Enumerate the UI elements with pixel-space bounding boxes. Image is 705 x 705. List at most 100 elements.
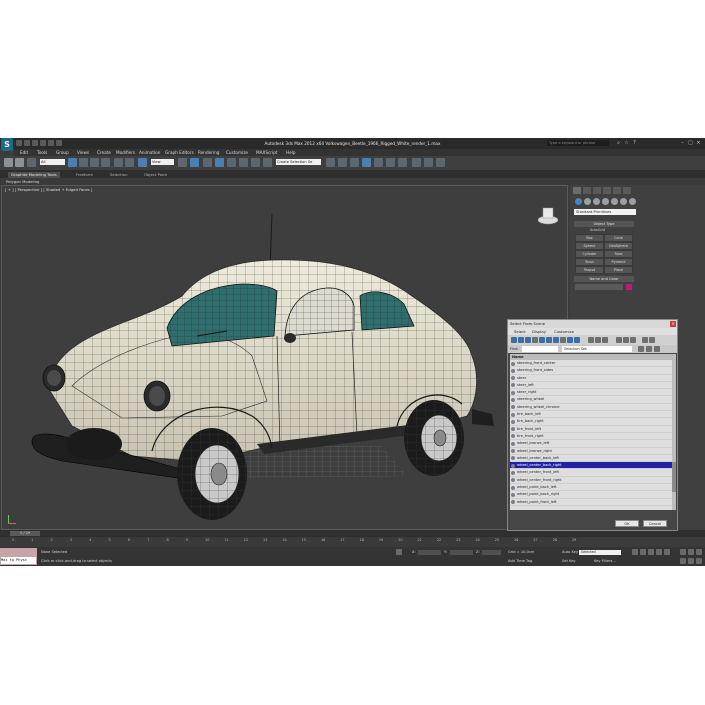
torus-button[interactable]: Torus [575, 258, 604, 266]
display-bones-icon[interactable] [567, 337, 573, 343]
list-item[interactable]: steering_wheel [510, 396, 672, 404]
scale-icon[interactable] [138, 158, 147, 167]
list-item[interactable]: tire_back_right [510, 418, 672, 426]
pivot-center-icon[interactable] [178, 158, 187, 167]
list-item[interactable]: tire_back_left [510, 411, 672, 419]
zoom-icon[interactable] [680, 549, 686, 555]
display-helpers-icon[interactable] [539, 337, 545, 343]
display-all-icon[interactable] [588, 337, 594, 343]
list-item[interactable]: tire_front_left [510, 426, 672, 433]
binoculars-icon[interactable]: ⌕ [615, 140, 622, 146]
menu-tools[interactable]: Tools [37, 149, 47, 156]
keyboard-shortcut-icon[interactable] [203, 158, 212, 167]
motion-tab-icon[interactable] [603, 187, 611, 194]
display-cameras-icon[interactable] [532, 337, 538, 343]
modify-tab-icon[interactable] [583, 187, 591, 194]
systems-icon[interactable] [629, 198, 636, 205]
menu-animation[interactable]: Animation [139, 149, 160, 156]
set-key-button[interactable]: Set Key [562, 559, 576, 563]
ok-button[interactable]: OK [615, 520, 639, 527]
menu-maxscript[interactable]: MAXScript [256, 149, 278, 156]
track-bar[interactable]: 0 1 2 3 4 5 6 7 8 9 10 11 12 13 14 15 16 17 18 19 20 21 22 23 24… [0, 537, 580, 547]
next-frame-icon[interactable] [656, 549, 662, 555]
create-tab-icon[interactable] [573, 187, 581, 194]
display-geometry-icon[interactable] [511, 337, 517, 343]
render-setup-icon[interactable] [412, 158, 421, 167]
maxscript-mini-listener[interactable]: Max to Physc [0, 548, 37, 565]
select-dependents-icon[interactable] [649, 337, 655, 343]
x-coordinate-field[interactable] [418, 550, 441, 555]
object-name-field[interactable] [575, 284, 623, 290]
geosphere-button[interactable]: GeoSphere [604, 242, 633, 250]
perspective-viewport[interactable]: [ + ] [ Perspective ] [ Shaded + Edged F… [1, 185, 568, 530]
display-spacewarps-icon[interactable] [546, 337, 552, 343]
list-item[interactable]: wheel_paint_back_right [510, 491, 672, 499]
star-icon[interactable]: ☆ [623, 140, 630, 146]
display-xrefs-icon[interactable] [560, 337, 566, 343]
menu-edit[interactable]: Edit [20, 149, 28, 156]
display-lights-icon[interactable] [525, 337, 531, 343]
graphite-toggle-icon[interactable] [362, 158, 371, 167]
z-coordinate-field[interactable] [482, 550, 501, 555]
tube-button[interactable]: Tube [604, 250, 633, 258]
autogrid-checkbox[interactable]: AutoGrid [590, 228, 605, 232]
select-manipulate-icon[interactable] [190, 158, 199, 167]
go-to-end-icon[interactable] [664, 549, 670, 555]
list-item[interactable]: wheel_paint_back_left [510, 484, 672, 492]
list-scrollbar[interactable] [672, 354, 676, 510]
list-item[interactable]: steer_left [510, 382, 672, 390]
space-warps-icon[interactable] [620, 198, 627, 205]
object-color-swatch[interactable] [626, 284, 632, 290]
cone-button[interactable]: Cone [604, 234, 633, 242]
move-icon[interactable] [114, 158, 123, 167]
percent-snap-icon[interactable] [239, 158, 248, 167]
render-production-icon[interactable] [436, 158, 445, 167]
rendered-frame-window-icon[interactable] [424, 158, 433, 167]
list-item[interactable]: wheel_center_front_right [510, 477, 672, 485]
y-coordinate-field[interactable] [450, 550, 473, 555]
menu-graph-editors[interactable]: Graph Editors [165, 149, 194, 156]
dialog-close-icon[interactable]: × [670, 321, 676, 327]
display-invert-icon[interactable] [602, 337, 608, 343]
snaps-toggle-icon[interactable] [215, 158, 224, 167]
shapes-icon[interactable] [584, 198, 591, 205]
angle-snap-icon[interactable] [227, 158, 236, 167]
find-input[interactable] [522, 346, 558, 352]
list-item[interactable]: steer [510, 375, 672, 382]
list-item[interactable]: steering_wheel_chrome [510, 404, 672, 412]
menu-views[interactable]: Views [77, 149, 89, 156]
display-none-icon[interactable] [595, 337, 601, 343]
dialog-menu-customize[interactable]: Customize [554, 328, 574, 335]
primitive-category-dropdown[interactable]: Standard Primitives [574, 209, 636, 215]
zoom-all-icon[interactable] [688, 549, 694, 555]
layer-manager-icon[interactable] [350, 158, 359, 167]
list-item[interactable]: steering_front_sides [510, 367, 672, 375]
auto-key-selection-dropdown[interactable]: Selected [579, 550, 621, 555]
list-item[interactable]: wheel_center_front_left [510, 469, 672, 477]
box-button[interactable]: Box [575, 234, 604, 242]
select-link-icon[interactable] [27, 158, 36, 167]
schematic-view-icon[interactable] [386, 158, 395, 167]
edit-named-selection-icon[interactable] [263, 158, 272, 167]
dialog-menu-display[interactable]: Display [532, 328, 546, 335]
rectangular-selection-icon[interactable] [90, 158, 99, 167]
list-item[interactable]: wheel_center_back_right [510, 462, 672, 470]
list-item[interactable]: wheel_bronze_left [510, 440, 672, 448]
window-crossing-icon[interactable] [101, 158, 110, 167]
menu-rendering[interactable]: Rendering [198, 149, 219, 156]
selection-filter-dropdown[interactable]: All [40, 159, 65, 165]
close-icon[interactable]: × [695, 140, 702, 146]
select-invert-icon[interactable] [630, 337, 636, 343]
redo-toolbar-icon[interactable] [15, 158, 24, 167]
helpers-icon[interactable] [611, 198, 618, 205]
cancel-button[interactable]: Cancel [643, 520, 667, 527]
display-containers-icon[interactable] [574, 337, 580, 343]
mirror-icon[interactable] [326, 158, 335, 167]
menu-customize[interactable]: Customize [226, 149, 248, 156]
search-input[interactable]: Type a keyword or phrase [547, 140, 609, 146]
lock-selection-icon[interactable] [396, 549, 402, 555]
plane-button[interactable]: Plane [604, 266, 633, 274]
spinner-snap-icon[interactable] [251, 158, 260, 167]
geometry-icon[interactable] [575, 198, 582, 205]
cameras-icon[interactable] [602, 198, 609, 205]
